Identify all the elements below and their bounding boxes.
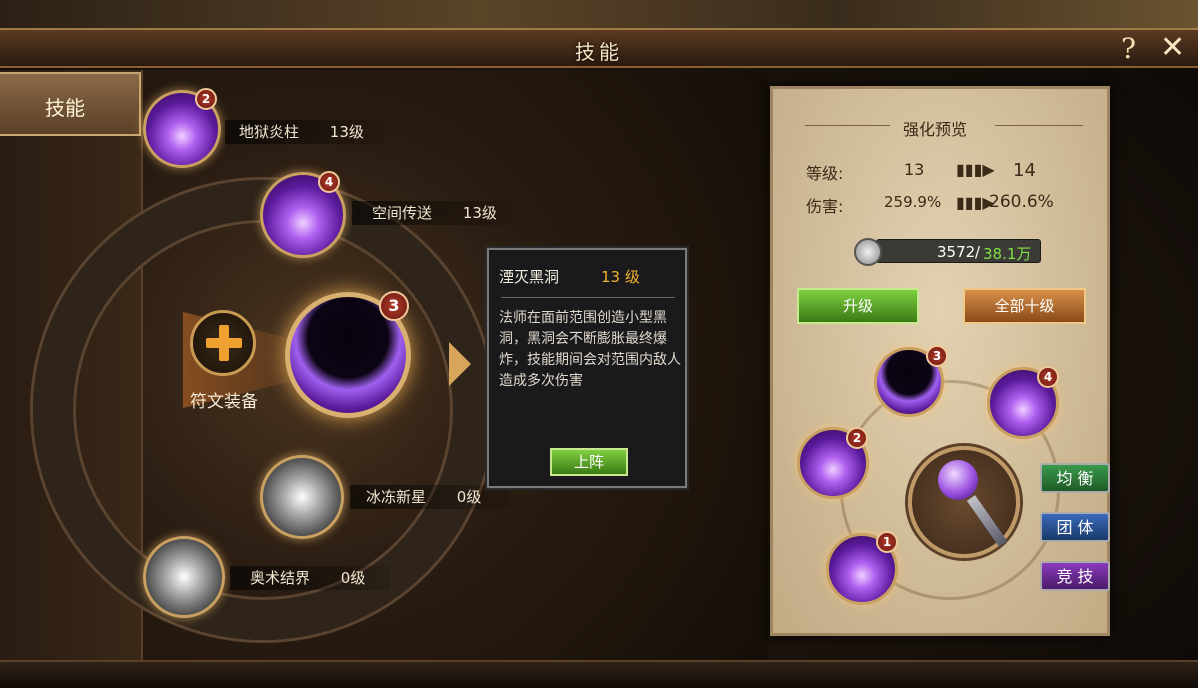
damage-from: 259.9%	[884, 193, 942, 211]
upgrade-button[interactable]: 升级	[797, 288, 919, 324]
selection-arrow-icon	[449, 342, 471, 386]
skill-badge: 2	[195, 88, 217, 110]
damage-to: 260.6%	[989, 192, 1054, 212]
preview-heading: 强化预览	[903, 120, 968, 139]
mode-arena-button[interactable]: 竞 技	[1040, 561, 1110, 591]
deploy-button[interactable]: 上阵	[550, 448, 628, 476]
tab-skills-label: 技能	[45, 96, 85, 120]
tooltip-divider	[501, 297, 675, 298]
tooltip-title: 湮灭黑洞	[499, 268, 560, 286]
skill-screen: 技能 ? ✕ 技能 2 地狱炎柱 13级 4 空间传送 13级 3 符文装备 冰…	[0, 0, 1198, 688]
skill-name: 地狱炎柱	[239, 123, 300, 141]
loadout-badge: 1	[876, 531, 898, 553]
window-title: 技能	[575, 40, 623, 64]
skill-label-arcane-barrier: 奥术结界 0级	[230, 566, 390, 590]
staff-orb	[938, 460, 978, 500]
mode-team-button[interactable]: 团 体	[1040, 512, 1110, 542]
skill-label-space-teleport: 空间传送 13级	[352, 201, 512, 225]
rune-equip-label: 符文装备	[190, 392, 258, 412]
skill-name: 冰冻新星	[366, 488, 427, 506]
skill-name: 奥术结界	[250, 569, 311, 587]
skill-badge: 3	[379, 291, 409, 321]
cost-have: 3572	[937, 243, 976, 261]
heading-divider-left	[805, 125, 890, 126]
staff-rod	[966, 495, 1008, 547]
skill-icon-frost-nova[interactable]	[260, 455, 344, 539]
skill-icon-arcane-barrier[interactable]	[143, 536, 225, 618]
skill-level: 13级	[329, 123, 364, 141]
upgrade-all-button[interactable]: 全部十级	[963, 288, 1086, 324]
loadout-badge: 3	[926, 345, 948, 367]
skill-level: 0级	[340, 569, 366, 587]
heading-divider-right	[995, 125, 1083, 126]
weapon-staff-icon	[908, 446, 1020, 558]
title-bar: 技能 ? ✕	[0, 28, 1198, 68]
help-button[interactable]: ?	[1121, 32, 1136, 65]
tab-skills[interactable]: 技能	[0, 72, 141, 136]
tooltip-description: 法师在面前范围创造小型黑洞，黑洞会不断膨胀最终爆炸，技能期间会对范围内敌人造成多…	[499, 310, 681, 389]
cost-need: 38.1万	[983, 245, 1032, 263]
skill-badge: 4	[318, 171, 340, 193]
level-from: 13	[904, 160, 925, 179]
skill-tooltip: 湮灭黑洞 13 级 法师在面前范围创造小型黑洞，黑洞会不断膨胀最终爆炸，技能期间…	[487, 248, 687, 488]
skill-level: 13级	[462, 204, 497, 222]
skill-label-hellfire-pillar: 地狱炎柱 13级	[225, 120, 385, 144]
cost-bar: 3572 / 38.1万	[876, 239, 1041, 263]
silver-coin-icon	[854, 238, 882, 266]
top-scenery	[0, 0, 1198, 28]
loadout-badge: 4	[1037, 366, 1059, 388]
skill-level: 0级	[456, 488, 482, 506]
skill-label-frost-nova: 冰冻新星 0级	[350, 485, 510, 509]
mode-balanced-button[interactable]: 均 衡	[1040, 463, 1110, 493]
cost-separator: /	[975, 243, 981, 261]
close-button[interactable]: ✕	[1160, 30, 1185, 65]
tooltip-level: 13 级	[601, 268, 640, 286]
damage-label: 伤害:	[806, 197, 844, 216]
rune-equip-plus-icon[interactable]	[190, 310, 256, 376]
level-to: 14	[1013, 160, 1036, 181]
loadout-badge: 2	[846, 427, 868, 449]
skill-name: 空间传送	[372, 204, 433, 222]
level-label: 等级:	[806, 164, 844, 183]
level-arrow-icon: ▮▮▮▶	[956, 160, 995, 179]
bottom-frame	[0, 660, 1198, 688]
